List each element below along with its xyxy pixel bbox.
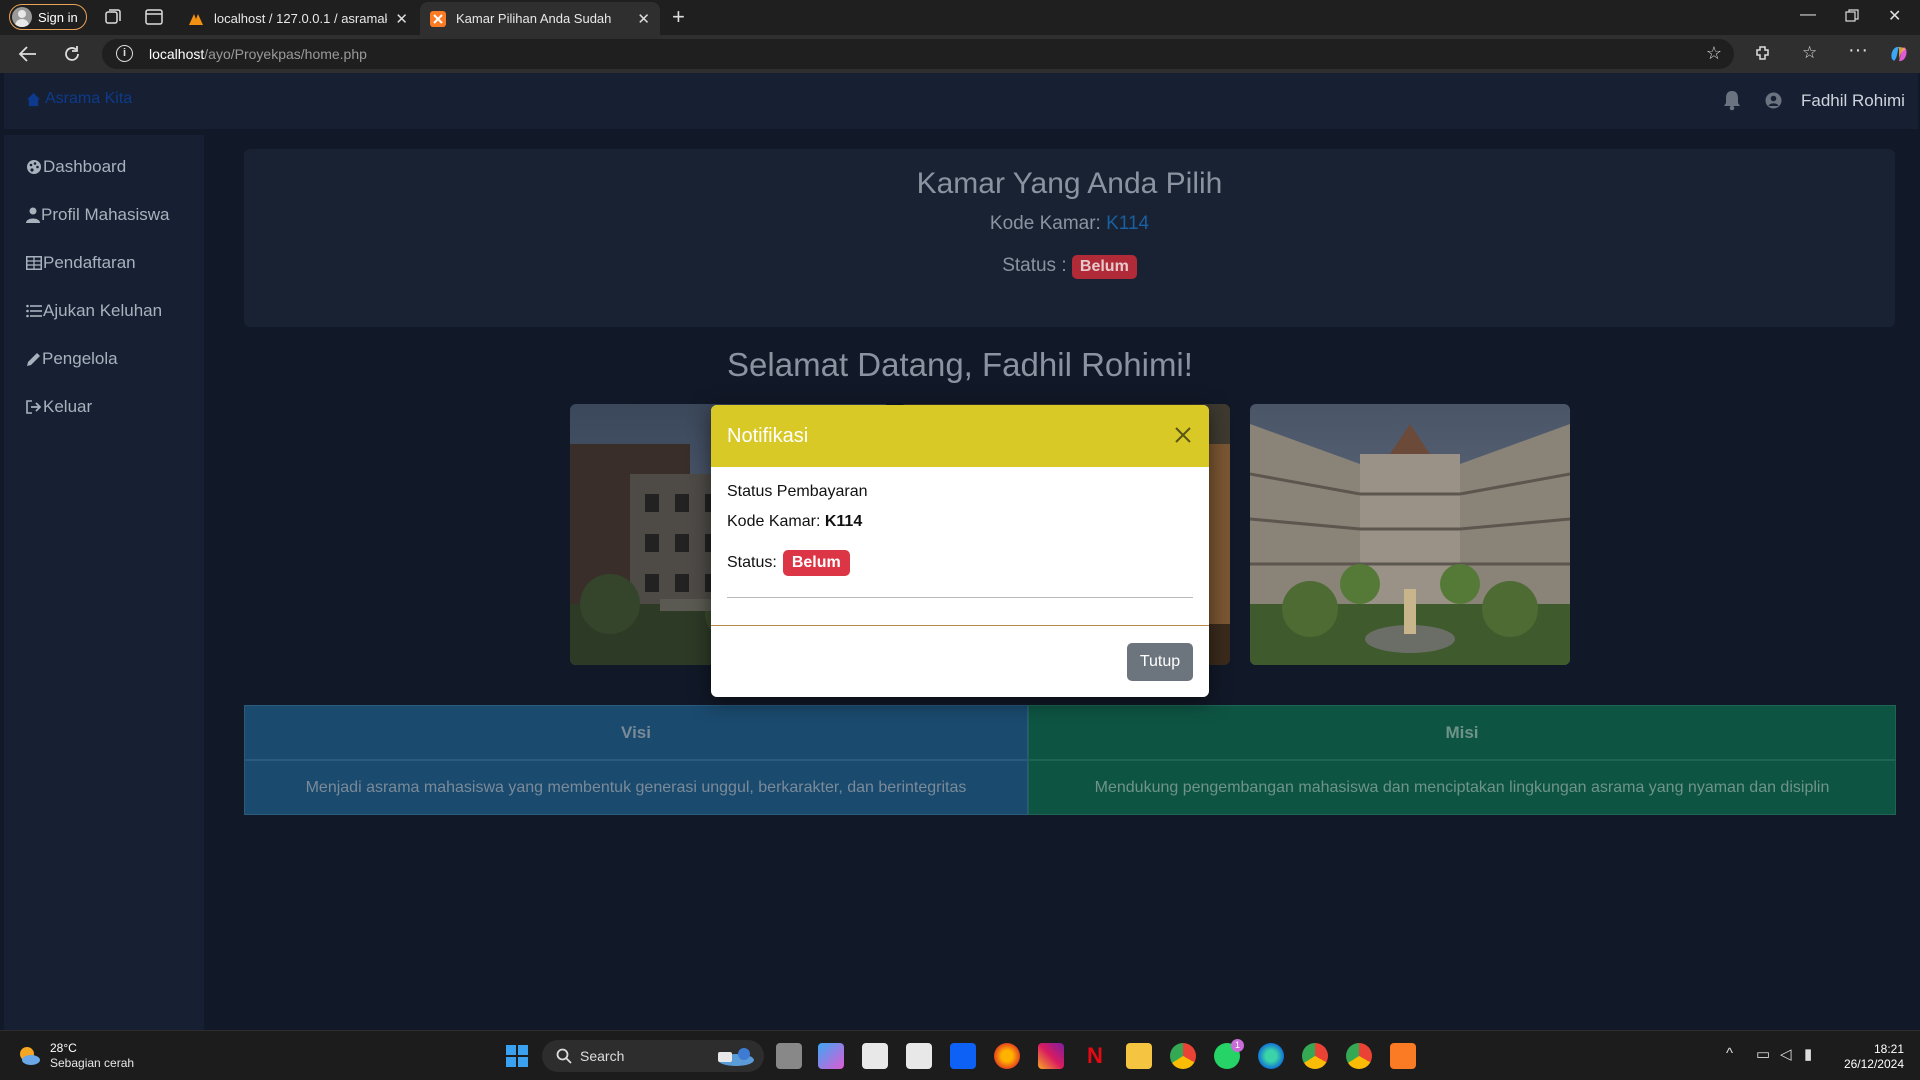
modal-room-code: Kode Kamar: K114 [727,513,862,531]
modal-room-code-value: K114 [824,513,863,530]
system-clock[interactable]: 18:21 26/12/2024 [1844,1042,1904,1072]
firefox-icon[interactable] [994,1043,1020,1069]
browser-tab-bar: Sign in localhost / 127.0.0.1 / asramaki… [0,0,1920,35]
network-icon[interactable]: ▭ [1756,1045,1770,1063]
temperature: 28°C [50,1041,77,1055]
copilot-icon[interactable] [1888,43,1910,65]
task-view-icon[interactable] [776,1043,802,1069]
weather-widget[interactable]: 28°C Sebagian cerah [16,1041,134,1071]
battery-icon[interactable]: ▮ [1804,1045,1812,1063]
taskbar-search[interactable]: Search [542,1040,764,1072]
netflix-icon[interactable]: N [1082,1043,1108,1069]
clock-time: 18:21 [1873,1042,1904,1056]
xampp-favicon-icon [430,10,446,27]
modal-status-badge: Belum [782,550,850,576]
tab-close-icon[interactable]: ✕ [637,10,650,28]
tab-title: Kamar Pilihan Anda Sudah [456,11,612,26]
weather-condition: Sebagian cerah [50,1056,135,1070]
search-highlight-icon [718,1048,754,1066]
minimize-icon[interactable]: — [1800,6,1816,24]
extensions-icon[interactable] [1754,44,1772,62]
amazon-icon[interactable] [906,1043,932,1069]
phpmyadmin-favicon-icon [189,13,203,25]
tab-kamar-pilihan[interactable]: Kamar Pilihan Anda Sudah ✕ [420,2,660,35]
whatsapp-icon[interactable]: 1 [1214,1039,1244,1069]
windows-taskbar: 28°C Sebagian cerah Search N 1 ^ ▭ ◁ ▮ 1… [0,1030,1920,1080]
address-bar[interactable]: i localhost/ayo/Proyekpas/home.php ☆ [102,39,1734,69]
refresh-icon[interactable] [62,44,82,64]
chrome-icon[interactable] [1170,1043,1196,1069]
workspaces-icon[interactable] [103,7,123,27]
tab-close-icon[interactable]: ✕ [395,10,408,28]
modal-header: Notifikasi [711,405,1209,467]
restore-icon[interactable] [1845,9,1859,23]
search-icon [556,1048,572,1064]
favorites-icon[interactable]: ☆ [1802,43,1817,63]
tray-overflow-icon[interactable]: ^ [1726,1045,1733,1062]
modal-footer-divider [711,625,1209,626]
modal-title: Notifikasi [727,425,809,447]
profile-avatar-icon [12,7,32,27]
sign-in-label: Sign in [38,9,78,25]
windows-start-icon[interactable] [504,1043,530,1069]
volume-icon[interactable]: ◁ [1780,1045,1792,1063]
tab-actions-icon[interactable] [144,7,164,27]
search-label: Search [580,1048,625,1064]
tab-title: localhost / 127.0.0.1 / asramakita [214,11,388,26]
sign-in-button[interactable]: Sign in [9,4,87,30]
close-button[interactable]: Tutup [1127,643,1193,681]
edge-icon[interactable] [1258,1043,1284,1069]
whatsapp-badge: 1 [1231,1039,1244,1052]
favorite-star-icon[interactable]: ☆ [1706,43,1722,64]
copilot-taskbar-icon[interactable] [818,1043,844,1069]
modal-room-code-label: Kode Kamar: [727,513,821,530]
chrome-profile-icon[interactable] [1302,1043,1328,1069]
dropbox-icon[interactable] [950,1043,976,1069]
new-tab-icon[interactable]: + [672,4,685,30]
clock-date: 26/12/2024 [1843,1057,1904,1071]
more-menu-icon[interactable]: ··· [1848,39,1868,62]
browser-toolbar: i localhost/ayo/Proyekpas/home.php ☆ ☆ ·… [0,35,1920,73]
back-icon[interactable] [18,45,38,63]
tab-phpmyadmin[interactable]: localhost / 127.0.0.1 / asramakita ✕ [178,2,418,35]
modal-body-divider [727,597,1193,598]
modal-status: Status: Belum [727,550,850,576]
window-close-icon[interactable]: ✕ [1888,6,1901,26]
notification-modal: Notifikasi Status Pembayaran Kode Kamar:… [711,405,1209,697]
partly-sunny-icon [20,1047,40,1065]
close-icon[interactable] [1171,423,1195,447]
microsoft-store-icon[interactable] [862,1043,888,1069]
payment-status-heading: Status Pembayaran [727,483,868,500]
xampp-icon[interactable] [1390,1043,1416,1069]
site-info-icon[interactable]: i [116,45,133,62]
instagram-icon[interactable] [1038,1043,1064,1069]
file-explorer-icon[interactable] [1126,1043,1152,1069]
modal-status-label: Status: [727,554,777,571]
url-text[interactable]: localhost/ayo/Proyekpas/home.php [149,46,367,62]
chrome-profile-2-icon[interactable] [1346,1043,1372,1069]
